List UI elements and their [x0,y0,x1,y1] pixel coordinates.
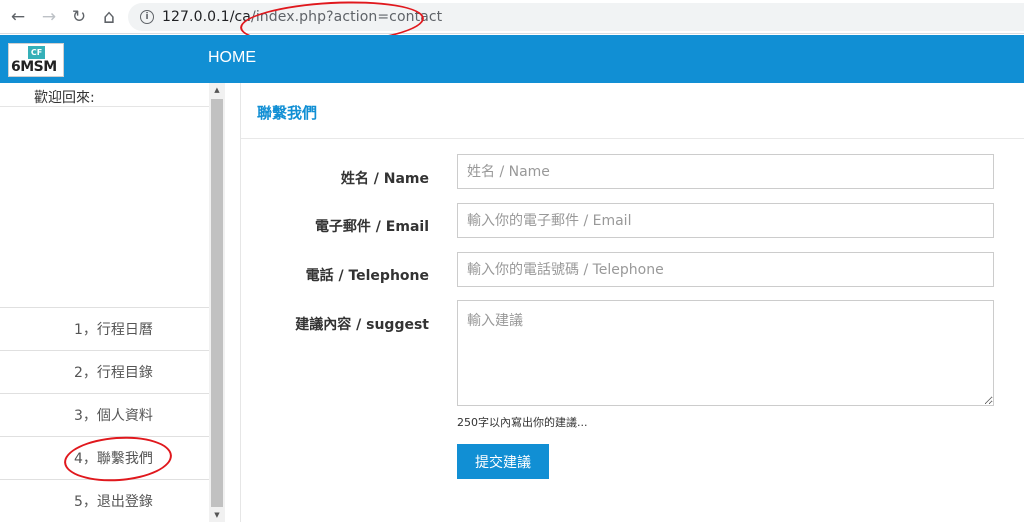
email-label: 電子郵件 / Email [314,219,429,235]
sidebar-item-contact[interactable]: 4，聯繫我們 [0,436,209,479]
submit-button[interactable]: 提交建議 [457,444,549,479]
info-icon[interactable]: i [140,10,154,24]
logo-mark: CF [28,46,45,59]
sidebar-scrollbar[interactable]: ▲ ▼ [209,83,225,522]
address-bar[interactable]: i 127.0.0.1/ca/index.php?action=contact [128,3,1024,31]
url-host: 127.0.0.1/ca [162,9,251,25]
name-field[interactable] [457,154,994,189]
suggest-label: 建議內容 / suggest [295,317,429,333]
scroll-up-icon[interactable]: ▲ [209,83,225,97]
sidebar: 歡迎回來: 1，行程日曆 2，行程目錄 3，個人資料 4，聯繫我們 5，退出登錄 [0,83,209,522]
contact-panel: 聯繫我們 姓名 / Name 電子郵件 / Email 電話 / Telepho… [241,83,1024,522]
back-icon[interactable]: ← [7,6,29,28]
home-link[interactable]: HOME [208,49,256,67]
scroll-down-icon[interactable]: ▼ [209,508,225,522]
sidebar-item-calendar[interactable]: 1，行程日曆 [0,307,209,350]
logo-text: 6MSM [11,59,57,75]
home-icon[interactable]: ⌂ [98,6,120,28]
help-text: 250字以內寫出你的建議... [457,416,588,429]
divider [241,138,1024,139]
phone-label: 電話 / Telephone [305,268,429,284]
site-logo[interactable]: CF 6MSM [8,43,64,77]
name-label: 姓名 / Name [340,171,429,187]
scroll-thumb[interactable] [211,99,223,507]
reload-icon[interactable]: ↻ [68,6,90,28]
top-navbar: CF 6MSM HOME [0,35,1024,83]
suggest-textarea[interactable] [457,300,994,406]
phone-field[interactable] [457,252,994,287]
email-field[interactable] [457,203,994,238]
sidebar-item-directory[interactable]: 2，行程目錄 [0,350,209,393]
url-path: /index.php?action=contact [251,9,443,25]
sidebar-item-profile[interactable]: 3，個人資料 [0,393,209,436]
welcome-text: 歡迎回來: [34,90,95,106]
url-text: 127.0.0.1/ca/index.php?action=contact [162,9,442,25]
sidebar-item-logout[interactable]: 5，退出登錄 [0,479,209,522]
divider [0,106,209,107]
browser-toolbar: ← → ↻ ⌂ i 127.0.0.1/ca/index.php?action=… [0,0,1024,49]
forward-icon[interactable]: → [38,6,60,28]
page-title: 聯繫我們 [257,104,318,122]
